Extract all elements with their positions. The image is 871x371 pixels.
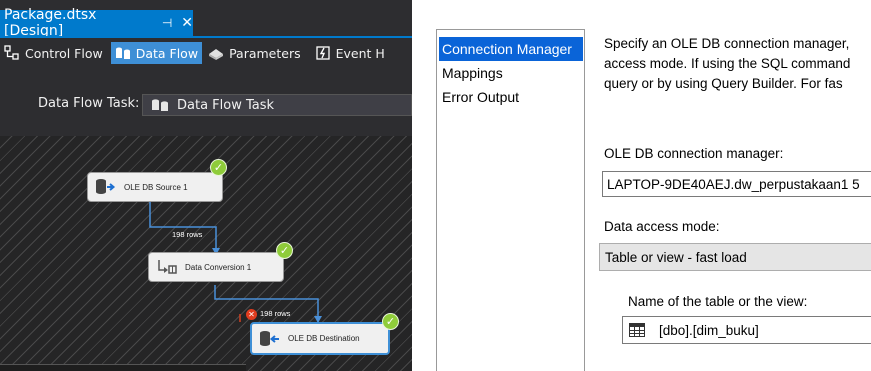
document-tab-title: Package.dtsx [Design] [4, 7, 97, 39]
ole-db-source-component[interactable]: OLE DB Source 1 [87, 172, 223, 202]
tab-data-flow-label: Data Flow [135, 45, 199, 61]
connection-manager-page: Specify an OLE DB connection manager, ac… [599, 0, 871, 371]
event-handlers-icon [315, 45, 331, 61]
database-destination-icon [259, 330, 281, 348]
database-source-icon [95, 178, 117, 196]
tab-event-handlers[interactable]: Event H [311, 42, 389, 64]
package-designer: Package.dtsx [Design] ⊣ ✕ Control Flow D… [0, 0, 412, 371]
data-access-mode-label: Data access mode: [604, 219, 720, 234]
data-flow-canvas[interactable]: OLE DB Source 1 ✓ 198 rows Data Conversi… [0, 136, 412, 371]
canvas-footer [0, 364, 246, 371]
component-label: OLE DB Source 1 [124, 182, 188, 192]
description-line: access mode. If using the SQL command [604, 56, 851, 71]
designer-tab-bar: Control Flow Data Flow Parameters Event … [0, 41, 412, 65]
path-row-count: 198 rows [172, 230, 203, 239]
connection-manager-select[interactable]: LAPTOP-9DE40AEJ.dw_perpustakaan1 5 [602, 171, 871, 197]
component-label: OLE DB Destination [288, 334, 360, 343]
pin-icon[interactable]: ⊣ [162, 16, 172, 30]
success-check-icon: ✓ [276, 242, 293, 259]
close-icon[interactable]: ✕ [181, 15, 193, 31]
ole-db-destination-component[interactable]: OLE DB Destination [250, 322, 390, 355]
table-icon [629, 323, 645, 337]
data-flow-icon [115, 45, 131, 61]
table-name-label: Name of the table or the view: [628, 294, 808, 309]
control-flow-icon [4, 45, 20, 61]
tab-event-handlers-label: Event H [335, 45, 385, 61]
data-conversion-icon [156, 258, 178, 276]
parameters-icon [208, 45, 224, 61]
tab-strip-underline [0, 36, 412, 38]
tab-parameters-label: Parameters [229, 45, 301, 61]
editor-page-list: Connection Manager Mappings Error Output [436, 29, 585, 371]
page-description: Specify an OLE DB connection manager, ac… [604, 34, 871, 94]
nav-item-error-output[interactable]: Error Output [437, 85, 584, 109]
success-check-icon: ✓ [382, 313, 399, 330]
connection-manager-value: LAPTOP-9DE40AEJ.dw_perpustakaan1 5 [607, 176, 860, 192]
nav-item-connection-manager[interactable]: Connection Manager [439, 37, 583, 61]
data-access-mode-select[interactable]: Table or view - fast load [599, 243, 871, 271]
table-name-select[interactable]: [dbo].[dim_buku] [622, 316, 871, 344]
data-conversion-component[interactable]: Data Conversion 1 [148, 252, 284, 282]
description-line: query or by using Query Builder. For fas [604, 76, 843, 91]
tab-parameters[interactable]: Parameters [204, 42, 305, 64]
data-flow-task-icon [151, 98, 169, 112]
tab-control-flow[interactable]: Control Flow [0, 42, 107, 64]
component-label: Data Conversion 1 [185, 262, 252, 272]
path-row-count: 198 rows [260, 309, 291, 318]
tab-data-flow[interactable]: Data Flow [110, 42, 203, 64]
table-name-value: [dbo].[dim_buku] [659, 322, 759, 338]
error-icon: ✕ [246, 309, 257, 320]
data-flow-task-select[interactable]: Data Flow Task [142, 94, 412, 116]
connection-manager-label: OLE DB connection manager: [604, 146, 784, 161]
data-flow-task-label: Data Flow Task: [38, 96, 140, 111]
tab-control-flow-label: Control Flow [25, 45, 103, 61]
nav-item-mappings[interactable]: Mappings [437, 61, 584, 85]
document-tab[interactable]: Package.dtsx [Design] ⊣ ✕ [0, 7, 193, 39]
data-flow-task-value: Data Flow Task [177, 97, 275, 113]
success-check-icon: ✓ [210, 159, 227, 176]
description-line: Specify an OLE DB connection manager, [604, 36, 850, 51]
data-access-mode-value: Table or view - fast load [605, 249, 747, 265]
